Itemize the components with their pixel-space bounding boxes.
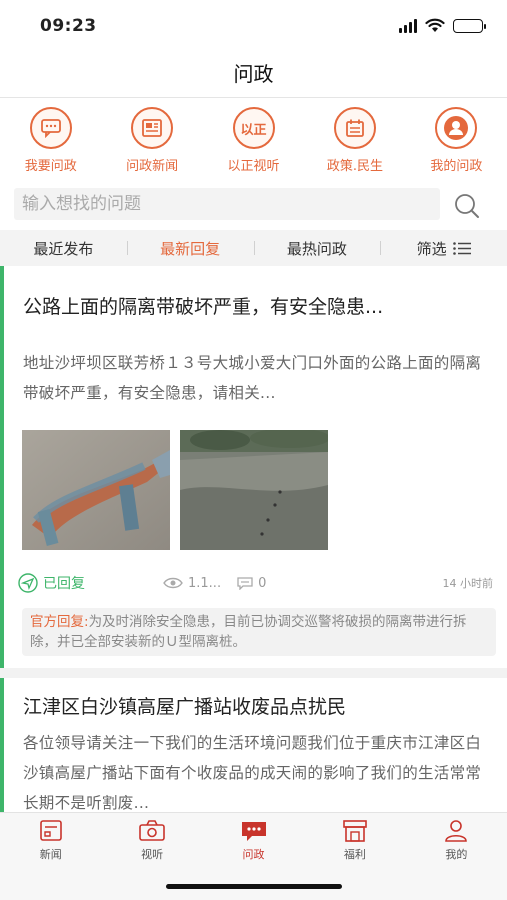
battery-icon	[453, 18, 486, 33]
newspaper-icon	[131, 107, 174, 149]
shop-icon	[343, 820, 367, 842]
post-photo-road[interactable]	[180, 430, 328, 550]
status-bar: 09:23	[0, 0, 507, 52]
post-meta: 已回复 1.1... 0 14 小时前	[18, 571, 493, 595]
tabbar-label: 福利	[343, 848, 366, 861]
post-title: 公路上面的隔离带破坏严重，有安全隐患...	[23, 296, 384, 318]
list-icon	[452, 241, 471, 255]
paper-plane-icon	[18, 573, 38, 593]
tab-latest-reply[interactable]: 最新回复	[126, 238, 254, 259]
yizheng-logo-icon: 以正	[232, 107, 275, 149]
tab-recent[interactable]: 最近发布	[0, 238, 127, 259]
post-time: 14 小时前	[442, 577, 494, 590]
user-icon	[435, 107, 478, 149]
status-icons	[399, 18, 486, 33]
official-reply-text: 为及时消除安全隐患，目前已协调交巡警将破损的隔离带进行拆除，并已全部安装新的Ｕ型…	[30, 614, 467, 650]
search-bar	[0, 178, 507, 230]
home-indicator[interactable]	[166, 884, 342, 889]
quick-action-label: 我的问政	[430, 159, 483, 174]
sort-tabs: 最近发布 最新回复 最热问政 筛选	[0, 230, 507, 266]
news-icon	[39, 820, 62, 841]
tabbar-label: 我的	[445, 848, 468, 861]
post-title: 江津区白沙镇高屋广播站收废品点扰民	[23, 696, 347, 718]
tabbar-item-mine[interactable]: 我的	[406, 813, 507, 900]
nav-bar: 问政	[0, 52, 507, 98]
filter-button[interactable]: 筛选	[380, 238, 507, 259]
quick-action-policy[interactable]: 政策.民生	[304, 98, 405, 178]
profile-icon	[445, 820, 468, 842]
message-icon	[241, 822, 266, 841]
quick-action-yizheng[interactable]: 以正 以正视听	[203, 98, 304, 178]
filter-label: 筛选	[416, 239, 447, 258]
wifi-icon	[425, 18, 445, 32]
replied-label: 已回复	[43, 576, 85, 592]
quick-action-label: 我要问政	[24, 159, 77, 174]
quick-action-label: 政策.民生	[326, 159, 383, 174]
camera-icon	[139, 820, 165, 841]
official-reply[interactable]: 官方回复:为及时消除安全隐患，目前已协调交巡警将破损的隔离带进行拆除，并已全部安…	[22, 608, 496, 656]
replied-status: 已回复	[18, 573, 85, 593]
page-title: 问政	[233, 62, 274, 86]
official-reply-label: 官方回复:	[30, 614, 89, 630]
search-input[interactable]	[14, 188, 440, 220]
post-card[interactable]: 江津区白沙镇高屋广播站收废品点扰民 各位领导请关注一下我们的生活环境问题我们位于…	[0, 678, 507, 812]
tab-hottest[interactable]: 最热问政	[253, 238, 381, 259]
post-body: 地址沙坪坝区联芳桥１３号大城小爱大门口外面的公路上面的隔离带破坏严重，有安全隐患…	[23, 354, 482, 402]
calendar-icon	[333, 107, 376, 149]
eye-icon	[163, 577, 183, 589]
quick-action-label: 问政新闻	[126, 159, 179, 174]
comment-icon	[237, 576, 253, 590]
status-time: 09:23	[40, 16, 97, 36]
post-card[interactable]: 公路上面的隔离带破坏严重，有安全隐患... 地址沙坪坝区联芳桥１３号大城小爱大门…	[0, 266, 507, 668]
quick-action-mine[interactable]: 我的问政	[406, 98, 507, 178]
tabbar-item-news[interactable]: 新闻	[0, 813, 101, 900]
post-photo-barrier[interactable]	[22, 430, 170, 550]
signal-icon	[399, 18, 417, 33]
comment-count-value: 0	[258, 575, 267, 591]
tabbar-label: 新闻	[39, 848, 62, 861]
quick-action-label: 以正视听	[227, 159, 280, 174]
tabbar-label: 视听	[141, 848, 164, 861]
chat-bubble-icon	[29, 107, 72, 149]
search-icon[interactable]	[453, 192, 481, 220]
quick-action-ask[interactable]: 我要问政	[0, 98, 101, 178]
view-count: 1.1...	[163, 576, 221, 591]
quick-actions: 我要问政 问政新闻 以正 以正视听 政策.民生 我的问政	[0, 98, 507, 178]
quick-action-news[interactable]: 问政新闻	[101, 98, 202, 178]
comment-count: 0	[237, 576, 266, 591]
tabbar-label: 问政	[242, 848, 265, 861]
yizheng-logo-text: 以正	[240, 122, 267, 138]
post-body: 各位领导请关注一下我们的生活环境问题我们位于重庆市江津区白沙镇高屋广播站下面有个…	[23, 734, 482, 812]
view-count-value: 1.1...	[188, 575, 222, 591]
